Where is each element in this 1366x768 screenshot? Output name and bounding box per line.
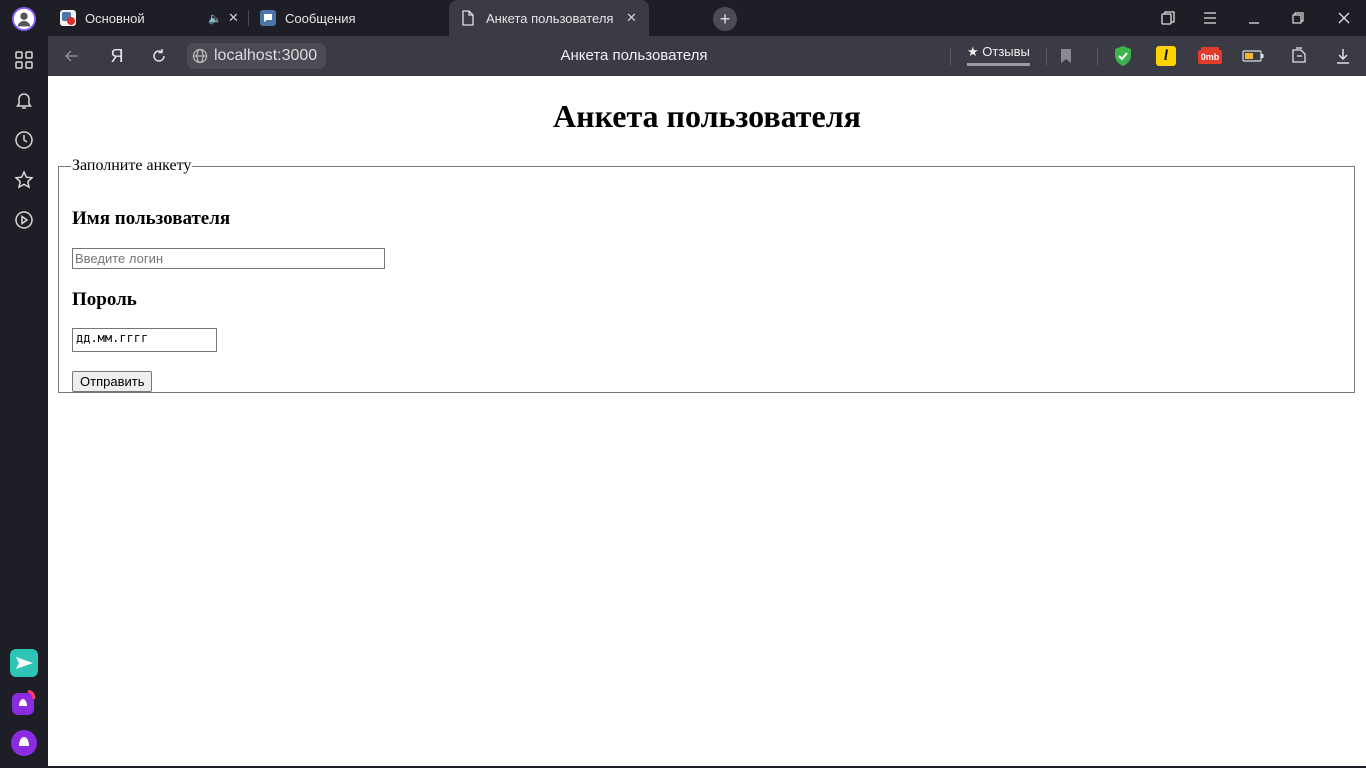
extension-0mb-label: 0mb — [1200, 52, 1220, 62]
new-tab-button[interactable]: + — [713, 7, 737, 31]
favorites-star-icon[interactable] — [12, 168, 36, 192]
tab-anketa[interactable]: Анкета пользователя ✕ — [449, 0, 649, 36]
document-icon — [461, 10, 477, 26]
address-bar[interactable]: localhost:3000 — [187, 43, 326, 69]
menu-icon[interactable] — [1188, 0, 1232, 36]
address-toolbar: Я localhost:3000 Анкета пользователя ★ О… — [48, 36, 1366, 76]
tab-favicon-icon — [260, 10, 276, 26]
url-text: localhost:3000 — [214, 47, 318, 64]
page-content: Анкета пользователя Заполните анкету Имя… — [48, 76, 1366, 766]
globe-icon — [192, 48, 208, 64]
fieldset-legend: Заполните анкету — [72, 157, 192, 174]
restore-icon[interactable] — [1276, 0, 1320, 36]
survey-fieldset: Заполните анкету Имя пользователя Пороль… — [58, 157, 1355, 393]
extension-l-label: l — [1163, 47, 1169, 64]
profile-avatar-icon[interactable] — [12, 7, 36, 31]
tab-favicon-icon — [60, 10, 76, 26]
tab-separator — [248, 10, 249, 26]
tab-close-icon[interactable]: ✕ — [626, 10, 637, 26]
alice-assistant-icon[interactable] — [10, 729, 38, 757]
plus-icon: + — [719, 8, 731, 29]
minimize-icon[interactable] — [1232, 0, 1276, 36]
play-circle-icon[interactable] — [12, 208, 36, 232]
tab-label: Основной — [85, 10, 145, 26]
audio-speaker-icon[interactable]: 🔈 — [208, 12, 222, 25]
browser-sidebar — [0, 0, 48, 768]
page-heading: Анкета пользователя — [553, 98, 861, 134]
alice-messenger-icon[interactable] — [10, 690, 38, 718]
toolbar-separator — [1046, 48, 1047, 66]
download-icon[interactable] — [1331, 44, 1355, 68]
reviews-button[interactable]: ★ Отзывы — [967, 44, 1030, 66]
username-label: Имя пользователя — [72, 208, 231, 229]
bookmark-icon[interactable] — [1054, 44, 1078, 68]
extension-l-icon[interactable]: l — [1154, 44, 1178, 68]
protect-shield-icon[interactable] — [1111, 44, 1135, 68]
history-clock-icon[interactable] — [12, 128, 36, 152]
battery-icon[interactable] — [1241, 44, 1265, 68]
tab-label: Сообщения — [285, 10, 356, 26]
tab-osnovnoy[interactable]: Основной 🔈 ✕ — [52, 0, 248, 36]
page-title: Анкета пользователя — [560, 47, 708, 64]
send-app-icon[interactable] — [10, 649, 38, 677]
yandex-logo-icon[interactable]: Я — [105, 44, 129, 68]
tab-close-icon[interactable]: ✕ — [228, 10, 239, 26]
username-input[interactable] — [72, 248, 385, 269]
password-label: Пороль — [72, 289, 137, 310]
tab-strip: Основной 🔈 ✕ Сообщения Анкета пользовате… — [48, 0, 1366, 36]
back-arrow-icon[interactable] — [60, 44, 84, 68]
date-input[interactable]: дд.мм.гггг — [72, 328, 217, 352]
extension-0mb-icon[interactable]: 0mb — [1197, 44, 1223, 68]
apps-grid-icon[interactable] — [12, 48, 36, 72]
window-close-icon[interactable] — [1322, 0, 1366, 36]
tab-soobshcheniya[interactable]: Сообщения — [252, 0, 448, 36]
tab-label: Анкета пользователя — [486, 10, 614, 26]
tabs-collection-icon[interactable] — [1146, 0, 1190, 36]
toolbar-separator — [950, 48, 951, 66]
collections-icon[interactable] — [1287, 44, 1311, 68]
toolbar-separator — [1097, 48, 1098, 66]
notifications-bell-icon[interactable] — [12, 88, 36, 112]
submit-button[interactable]: Отправить — [72, 371, 153, 392]
reload-icon[interactable] — [147, 44, 171, 68]
